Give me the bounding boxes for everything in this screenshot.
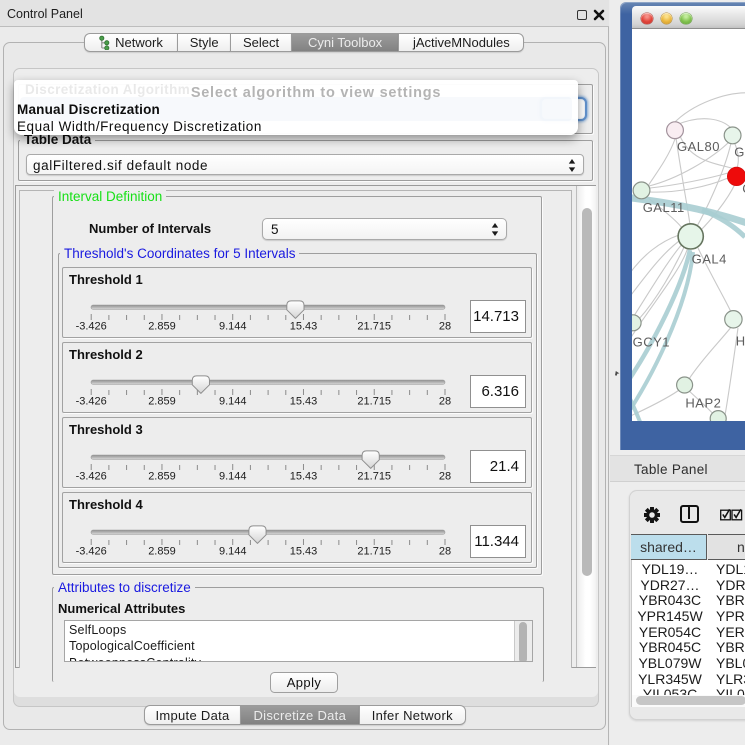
svg-text:HI: HI bbox=[736, 333, 745, 348]
svg-text:21.715: 21.715 bbox=[357, 321, 391, 333]
svg-text:2.859: 2.859 bbox=[148, 321, 176, 333]
svg-text:-3.426: -3.426 bbox=[76, 471, 107, 483]
svg-text:HAP2: HAP2 bbox=[685, 395, 721, 410]
svg-text:15.43: 15.43 bbox=[290, 546, 318, 558]
svg-text:15.43: 15.43 bbox=[290, 471, 318, 483]
svg-text:GAL11: GAL11 bbox=[643, 200, 685, 215]
svg-text:-3.426: -3.426 bbox=[76, 396, 107, 408]
svg-text:9.144: 9.144 bbox=[219, 321, 247, 333]
svg-text:9.144: 9.144 bbox=[219, 396, 247, 408]
svg-text:21.715: 21.715 bbox=[357, 471, 391, 483]
svg-text:21.715: 21.715 bbox=[357, 396, 391, 408]
svg-text:2.859: 2.859 bbox=[148, 396, 176, 408]
svg-text:28: 28 bbox=[439, 321, 451, 333]
svg-text:21.715: 21.715 bbox=[357, 546, 391, 558]
svg-text:28: 28 bbox=[439, 396, 451, 408]
svg-text:-3.426: -3.426 bbox=[76, 321, 107, 333]
svg-text:15.43: 15.43 bbox=[290, 396, 318, 408]
svg-text:28: 28 bbox=[439, 471, 451, 483]
svg-text:2.859: 2.859 bbox=[148, 471, 176, 483]
svg-text:GCY1: GCY1 bbox=[633, 334, 670, 349]
svg-text:GAL80: GAL80 bbox=[677, 139, 720, 154]
svg-text:GA: GA bbox=[734, 144, 745, 159]
svg-text:2.859: 2.859 bbox=[148, 546, 176, 558]
svg-text:9.144: 9.144 bbox=[219, 471, 247, 483]
svg-text:GAL4: GAL4 bbox=[692, 251, 727, 266]
svg-text:15.43: 15.43 bbox=[290, 321, 318, 333]
svg-text:28: 28 bbox=[439, 546, 451, 558]
svg-text:9.144: 9.144 bbox=[219, 546, 247, 558]
svg-text:-3.426: -3.426 bbox=[76, 546, 107, 558]
